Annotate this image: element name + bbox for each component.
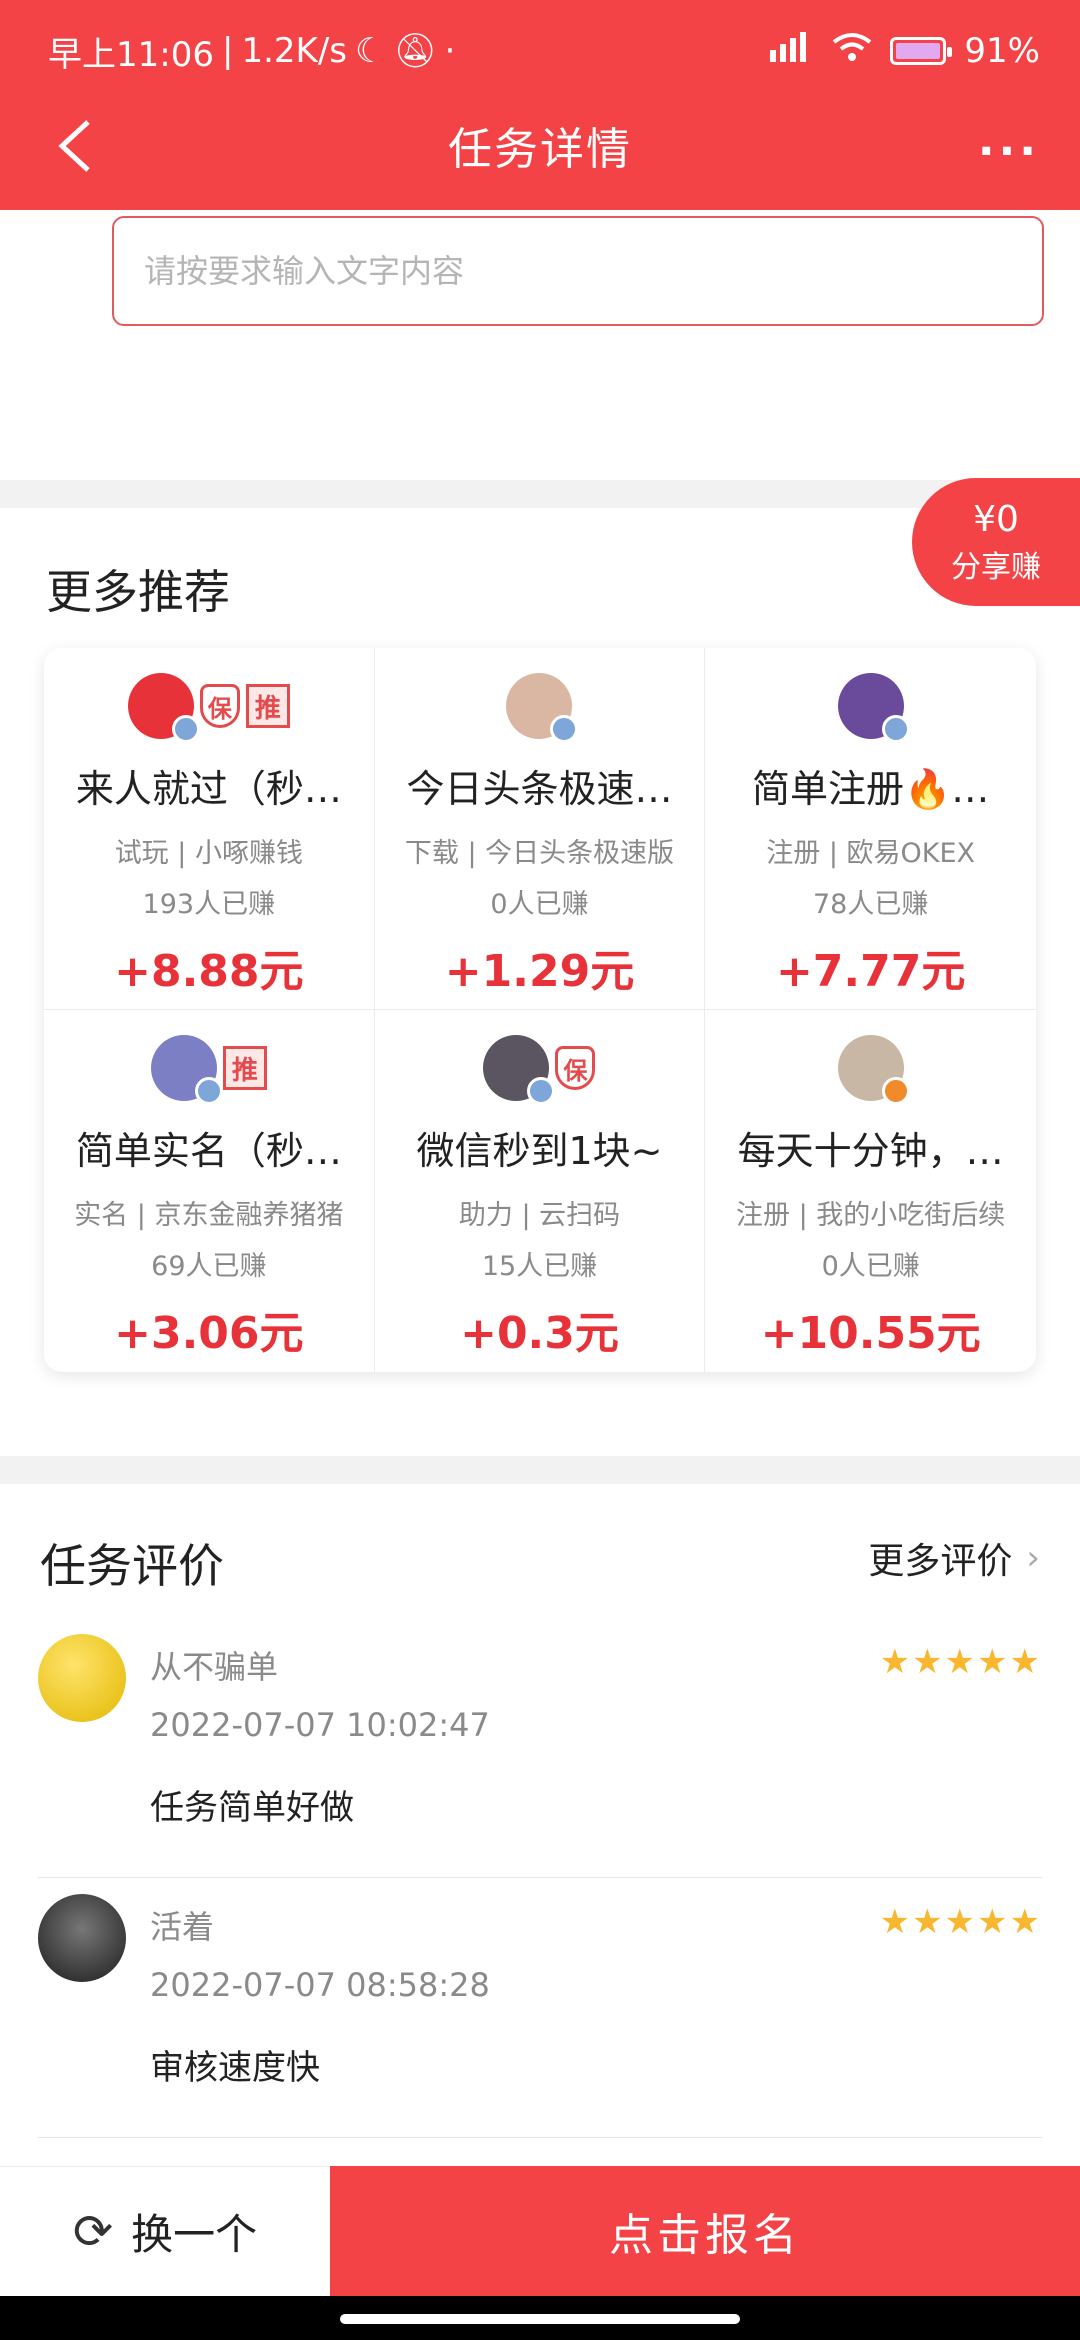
section-divider xyxy=(0,1456,1080,1484)
task-avatar xyxy=(837,1035,910,1105)
recommend-tag-icon: 推 xyxy=(222,1046,267,1090)
review-time: 2022-07-07 10:02:47 xyxy=(150,1706,490,1744)
share-amount: ¥0 xyxy=(973,498,1019,540)
review-item: 从不骗单 2022-07-07 10:02:47 任务简单好做 ★★★★★ xyxy=(38,1620,1042,1878)
guarantee-shield-icon: 保 xyxy=(555,1046,596,1090)
reviewer-name: 从不骗单 xyxy=(150,1648,279,1686)
vip-badge-icon xyxy=(881,1077,910,1105)
review-text: 审核速度快 xyxy=(150,2048,320,2088)
swap-label: 换一个 xyxy=(131,2210,258,2259)
task-reward: +0.3元 xyxy=(460,1308,619,1359)
recommend-tag-icon: 推 xyxy=(245,684,290,728)
task-avatar xyxy=(150,1035,223,1105)
reviewer-avatar xyxy=(38,1894,126,1982)
task-category: 助力 | 云扫码 xyxy=(458,1200,621,1231)
task-category: 试玩 | 小啄赚钱 xyxy=(114,838,303,869)
task-name: 简单注册🔥… xyxy=(751,767,990,811)
mute-bell-icon: 🔕︎ xyxy=(393,31,437,71)
network-speed: 1.2K/s xyxy=(241,31,347,71)
content-input[interactable] xyxy=(144,252,1042,290)
apply-button[interactable]: 点击报名 xyxy=(330,2166,1080,2296)
more-reviews-link[interactable]: 更多评价 › xyxy=(868,1532,1040,1584)
vip-badge-icon xyxy=(881,715,910,743)
text-input-container xyxy=(112,216,1044,326)
signal-icon xyxy=(768,31,814,71)
task-category: 注册 | 我的小吃街后续 xyxy=(736,1200,1006,1231)
star-rating-icon: ★★★★★ xyxy=(879,1902,1042,1942)
share-label: 分享赚 xyxy=(951,549,1041,585)
vip-badge-icon xyxy=(194,1077,223,1105)
task-count: 69人已赚 xyxy=(151,1251,267,1282)
nav-row: 任务详情 ··· xyxy=(0,100,1080,190)
status-time: 早上11:06 xyxy=(48,34,214,75)
task-count: 0人已赚 xyxy=(490,889,589,920)
reviews-title: 任务评价 xyxy=(40,1539,224,1593)
back-arrow-icon[interactable] xyxy=(52,118,100,174)
recommend-card[interactable]: 简单注册🔥… 注册 | 欧易OKEX 78人已赚 +7.77元 xyxy=(705,648,1036,1010)
task-count: 0人已赚 xyxy=(821,1251,920,1282)
task-avatar xyxy=(127,673,200,743)
task-category: 实名 | 京东金融养猪猪 xyxy=(74,1200,344,1231)
task-reward: +10.55元 xyxy=(760,1308,981,1359)
recommend-grid: 保 推 来人就过（秒… 试玩 | 小啄赚钱 193人已赚 +8.88元 今日头条… xyxy=(44,648,1036,1372)
moon-icon: ☾ xyxy=(355,31,386,71)
more-menu-icon[interactable]: ··· xyxy=(978,126,1040,177)
task-name: 简单实名（秒… xyxy=(75,1129,342,1173)
top-bar: 早上11:06 | 1.2K/s ☾ 🔕︎ · 91% 任务详情 ··· xyxy=(0,0,1080,210)
dot-icon: · xyxy=(444,31,456,71)
recommend-card[interactable]: 推 简单实名（秒… 实名 | 京东金融养猪猪 69人已赚 +3.06元 xyxy=(44,1010,375,1372)
status-bar: 早上11:06 | 1.2K/s ☾ 🔕︎ · 91% xyxy=(48,26,1040,76)
swap-button[interactable]: ⟳ 换一个 xyxy=(0,2166,330,2296)
refresh-icon: ⟳ xyxy=(72,2203,114,2260)
recommend-card[interactable]: 每天十分钟，… 注册 | 我的小吃街后续 0人已赚 +10.55元 xyxy=(705,1010,1036,1372)
battery-icon xyxy=(890,37,953,65)
task-count: 193人已赚 xyxy=(142,889,276,920)
task-category: 注册 | 欧易OKEX xyxy=(766,838,976,869)
vip-badge-icon xyxy=(550,715,579,743)
task-name: 来人就过（秒… xyxy=(75,767,342,811)
task-reward: +7.77元 xyxy=(775,946,966,997)
review-time: 2022-07-07 08:58:28 xyxy=(150,1966,490,2004)
task-count: 78人已赚 xyxy=(812,889,929,920)
task-reward: +8.88元 xyxy=(114,946,304,997)
recommend-card[interactable]: 今日头条极速… 下载 | 今日头条极速版 0人已赚 +1.29元 xyxy=(374,648,706,1010)
reviewer-avatar xyxy=(38,1634,126,1722)
wifi-icon xyxy=(832,31,872,71)
home-indicator[interactable] xyxy=(340,2314,740,2324)
vip-badge-icon xyxy=(527,1077,556,1105)
guarantee-shield-icon: 保 xyxy=(199,684,240,728)
task-name: 今日头条极速… xyxy=(406,767,673,811)
review-item: 活着 2022-07-07 08:58:28 审核速度快 ★★★★★ xyxy=(38,1880,1042,2138)
task-avatar xyxy=(483,1035,556,1105)
page-title: 任务详情 xyxy=(448,124,632,175)
task-avatar xyxy=(506,673,579,743)
task-reward: +3.06元 xyxy=(114,1308,304,1359)
task-category: 下载 | 今日头条极速版 xyxy=(404,838,675,869)
task-name: 微信秒到1块~ xyxy=(416,1129,663,1173)
recommend-card[interactable]: 保 推 来人就过（秒… 试玩 | 小啄赚钱 193人已赚 +8.88元 xyxy=(44,648,375,1010)
star-rating-icon: ★★★★★ xyxy=(879,1642,1042,1682)
recommend-card[interactable]: 保 微信秒到1块~ 助力 | 云扫码 15人已赚 +0.3元 xyxy=(375,1010,706,1372)
vip-badge-icon xyxy=(171,715,200,743)
reviewer-name: 活着 xyxy=(150,1908,215,1946)
review-text: 任务简单好做 xyxy=(150,1788,354,1828)
recommend-title: 更多推荐 xyxy=(46,565,230,619)
share-earn-button[interactable]: ¥0 分享赚 xyxy=(912,478,1080,606)
battery-level: 91% xyxy=(964,31,1040,71)
task-count: 15人已赚 xyxy=(481,1251,598,1282)
bottom-action-bar: ⟳ 换一个 点击报名 xyxy=(0,2166,1080,2296)
section-divider xyxy=(0,480,1080,508)
task-name: 每天十分钟，… xyxy=(737,1129,1004,1173)
more-reviews-label: 更多评价 xyxy=(868,1541,1013,1582)
task-avatar xyxy=(837,673,910,743)
chevron-right-icon: › xyxy=(1026,1538,1040,1578)
task-reward: +1.29元 xyxy=(444,946,635,997)
